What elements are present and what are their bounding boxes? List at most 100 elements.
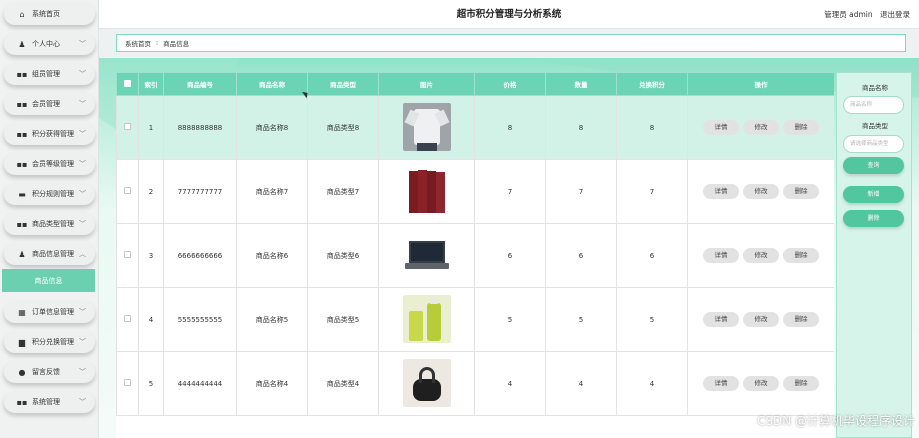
column-header-name: 商品名称 bbox=[236, 72, 308, 96]
user-icon: ♟ bbox=[18, 249, 26, 259]
delete-button[interactable]: 删除 bbox=[783, 184, 819, 199]
table-icon: ▦ bbox=[18, 307, 26, 317]
row-select-cell bbox=[116, 159, 139, 224]
grid-icon: ▪▪ bbox=[16, 397, 28, 407]
detail-button[interactable]: 详情 bbox=[703, 376, 739, 391]
edit-button[interactable]: 修改 bbox=[743, 248, 779, 263]
batch-delete-button[interactable]: 删除 bbox=[843, 210, 904, 227]
sidebar-item-7[interactable]: ▬ 积分规则管理 ﹀ bbox=[4, 183, 95, 205]
table-row[interactable]: 4 5555555555 商品名称5 商品类型5 5 5 5 详情 修改 删除 bbox=[116, 287, 834, 352]
detail-button[interactable]: 详情 bbox=[703, 248, 739, 263]
type-select[interactable]: 请选择商品类型 bbox=[843, 135, 904, 153]
breadcrumb-home[interactable]: 系统首页 bbox=[125, 38, 151, 48]
sidebar-item-9[interactable]: ♟ 商品信息管理 ︿ bbox=[4, 243, 95, 265]
chevron-down-icon: ﹀ bbox=[79, 368, 86, 376]
laptop-image[interactable] bbox=[402, 230, 451, 279]
juice-image[interactable] bbox=[402, 294, 451, 343]
sidebar-subitem-product-info[interactable]: 商品信息 bbox=[2, 269, 95, 292]
query-button[interactable]: 查询 bbox=[843, 157, 904, 174]
delete-button[interactable]: 删除 bbox=[783, 248, 819, 263]
user-label: 管理员 admin bbox=[824, 10, 873, 19]
tshirt-image[interactable] bbox=[402, 102, 451, 151]
edit-button[interactable]: 修改 bbox=[743, 120, 779, 135]
cell-actions: 详情 修改 删除 bbox=[687, 223, 834, 288]
grid-icon: ▪▪ bbox=[16, 219, 28, 229]
row-select-cell bbox=[116, 287, 139, 352]
sidebar-item-label: 系统首页 bbox=[32, 10, 60, 18]
sidebar-item-3[interactable]: ▪▪ 组员管理 ﹀ bbox=[4, 63, 95, 85]
column-header-image: 图片 bbox=[378, 72, 475, 96]
books-image[interactable] bbox=[402, 166, 451, 215]
cell-points: 4 bbox=[616, 351, 688, 416]
row-checkbox[interactable] bbox=[124, 123, 131, 130]
product-table: 索引 商品编号 商品名称 商品类型 图片 价格 数量 兑换积分 操作 1 8888… bbox=[116, 72, 834, 416]
row-checkbox[interactable] bbox=[124, 251, 131, 258]
page-title: 超市积分管理与分析系统 bbox=[456, 9, 562, 20]
sidebar-item-1[interactable]: ⌂ 系统首页 bbox=[4, 3, 95, 25]
detail-button[interactable]: 详情 bbox=[703, 184, 739, 199]
row-select-cell bbox=[116, 223, 139, 288]
sidebar-item-label: 积分兑换管理 bbox=[32, 338, 74, 346]
edit-button[interactable]: 修改 bbox=[743, 312, 779, 327]
select-all-checkbox[interactable] bbox=[124, 79, 131, 87]
sidebar-item-8[interactable]: ▪▪ 商品类型管理 ﹀ bbox=[4, 213, 95, 235]
location-icon: ● bbox=[18, 367, 26, 377]
detail-button[interactable]: 详情 bbox=[703, 120, 739, 135]
archive-icon: ▬ bbox=[18, 189, 26, 199]
cell-actions: 详情 修改 删除 bbox=[687, 95, 834, 160]
table-row[interactable]: 1 8888888888 商品名称8 商品类型8 8 8 8 详情 修改 删除 bbox=[116, 95, 834, 160]
row-checkbox[interactable] bbox=[124, 187, 131, 194]
delete-button[interactable]: 删除 bbox=[783, 120, 819, 135]
cell-points: 8 bbox=[616, 95, 688, 160]
table-row[interactable]: 5 4444444444 商品名称4 商品类型4 4 4 4 详情 修改 删除 bbox=[116, 351, 834, 416]
column-header-price: 价格 bbox=[474, 72, 546, 96]
add-button[interactable]: 新增 bbox=[843, 186, 904, 203]
chevron-down-icon: ﹀ bbox=[79, 160, 86, 168]
column-header-type: 商品类型 bbox=[307, 72, 379, 96]
sidebar-item-label: 商品类型管理 bbox=[32, 220, 74, 228]
sidebar-item-10[interactable]: ▦ 订单信息管理 ﹀ bbox=[4, 301, 95, 323]
cell-price: 5 bbox=[474, 287, 546, 352]
cell-quantity: 7 bbox=[545, 159, 617, 224]
cell-image bbox=[378, 351, 475, 416]
cell-type: 商品类型8 bbox=[307, 95, 379, 160]
table-row[interactable]: 3 6666666666 商品名称6 商品类型6 6 6 6 详情 修改 删除 bbox=[116, 223, 834, 288]
cell-image bbox=[378, 159, 475, 224]
chevron-down-icon: ﹀ bbox=[79, 220, 86, 228]
column-header-index: 索引 bbox=[138, 72, 164, 96]
detail-button[interactable]: 详情 bbox=[703, 312, 739, 327]
sidebar-item-12[interactable]: ● 留言反馈 ﹀ bbox=[4, 361, 95, 383]
cell-name: 商品名称4 bbox=[236, 351, 308, 416]
sidebar-item-5[interactable]: ▪▪ 积分获得管理 ﹀ bbox=[4, 123, 95, 145]
cell-points: 5 bbox=[616, 287, 688, 352]
column-header-actions: 操作 bbox=[687, 72, 834, 96]
sidebar-item-11[interactable]: ▆ 积分兑换管理 ﹀ bbox=[4, 331, 95, 353]
edit-button[interactable]: 修改 bbox=[743, 376, 779, 391]
delete-button[interactable]: 删除 bbox=[783, 312, 819, 327]
logout-link[interactable]: 退出登录 bbox=[880, 10, 910, 19]
sidebar-item-2[interactable]: ♟ 个人中心 ﹀ bbox=[4, 33, 95, 55]
handbag-image[interactable] bbox=[402, 358, 451, 407]
sidebar-item-13[interactable]: ▪▪ 系统管理 ﹀ bbox=[4, 391, 95, 413]
delete-button[interactable]: 删除 bbox=[783, 376, 819, 391]
cell-index: 2 bbox=[138, 159, 164, 224]
chevron-down-icon: ﹀ bbox=[79, 308, 86, 316]
edit-button[interactable]: 修改 bbox=[743, 184, 779, 199]
table-row[interactable]: 2 7777777777 商品名称7 商品类型7 7 7 7 详情 修改 删除 bbox=[116, 159, 834, 224]
cell-price: 7 bbox=[474, 159, 546, 224]
row-checkbox[interactable] bbox=[124, 379, 131, 386]
sidebar-item-4[interactable]: ▪▪ 会员管理 ﹀ bbox=[4, 93, 95, 115]
name-label: 商品名称 bbox=[862, 84, 888, 92]
user-icon: ♟ bbox=[18, 39, 26, 49]
sidebar-item-6[interactable]: ▪▪ 会员等级管理 ﹀ bbox=[4, 153, 95, 175]
grid-icon: ▪▪ bbox=[16, 69, 28, 79]
home-icon: ⌂ bbox=[19, 9, 25, 19]
chevron-down-icon: ﹀ bbox=[79, 100, 86, 108]
row-checkbox[interactable] bbox=[124, 315, 131, 322]
cell-code: 5555555555 bbox=[163, 287, 237, 352]
name-search-input[interactable]: 商品名称 bbox=[843, 96, 904, 114]
type-label: 商品类型 bbox=[862, 122, 888, 130]
row-select-cell bbox=[116, 351, 139, 416]
table-header-row: 索引 商品编号 商品名称 商品类型 图片 价格 数量 兑换积分 操作 bbox=[116, 72, 834, 96]
user-area: 管理员 admin 退出登录 bbox=[819, 0, 910, 29]
